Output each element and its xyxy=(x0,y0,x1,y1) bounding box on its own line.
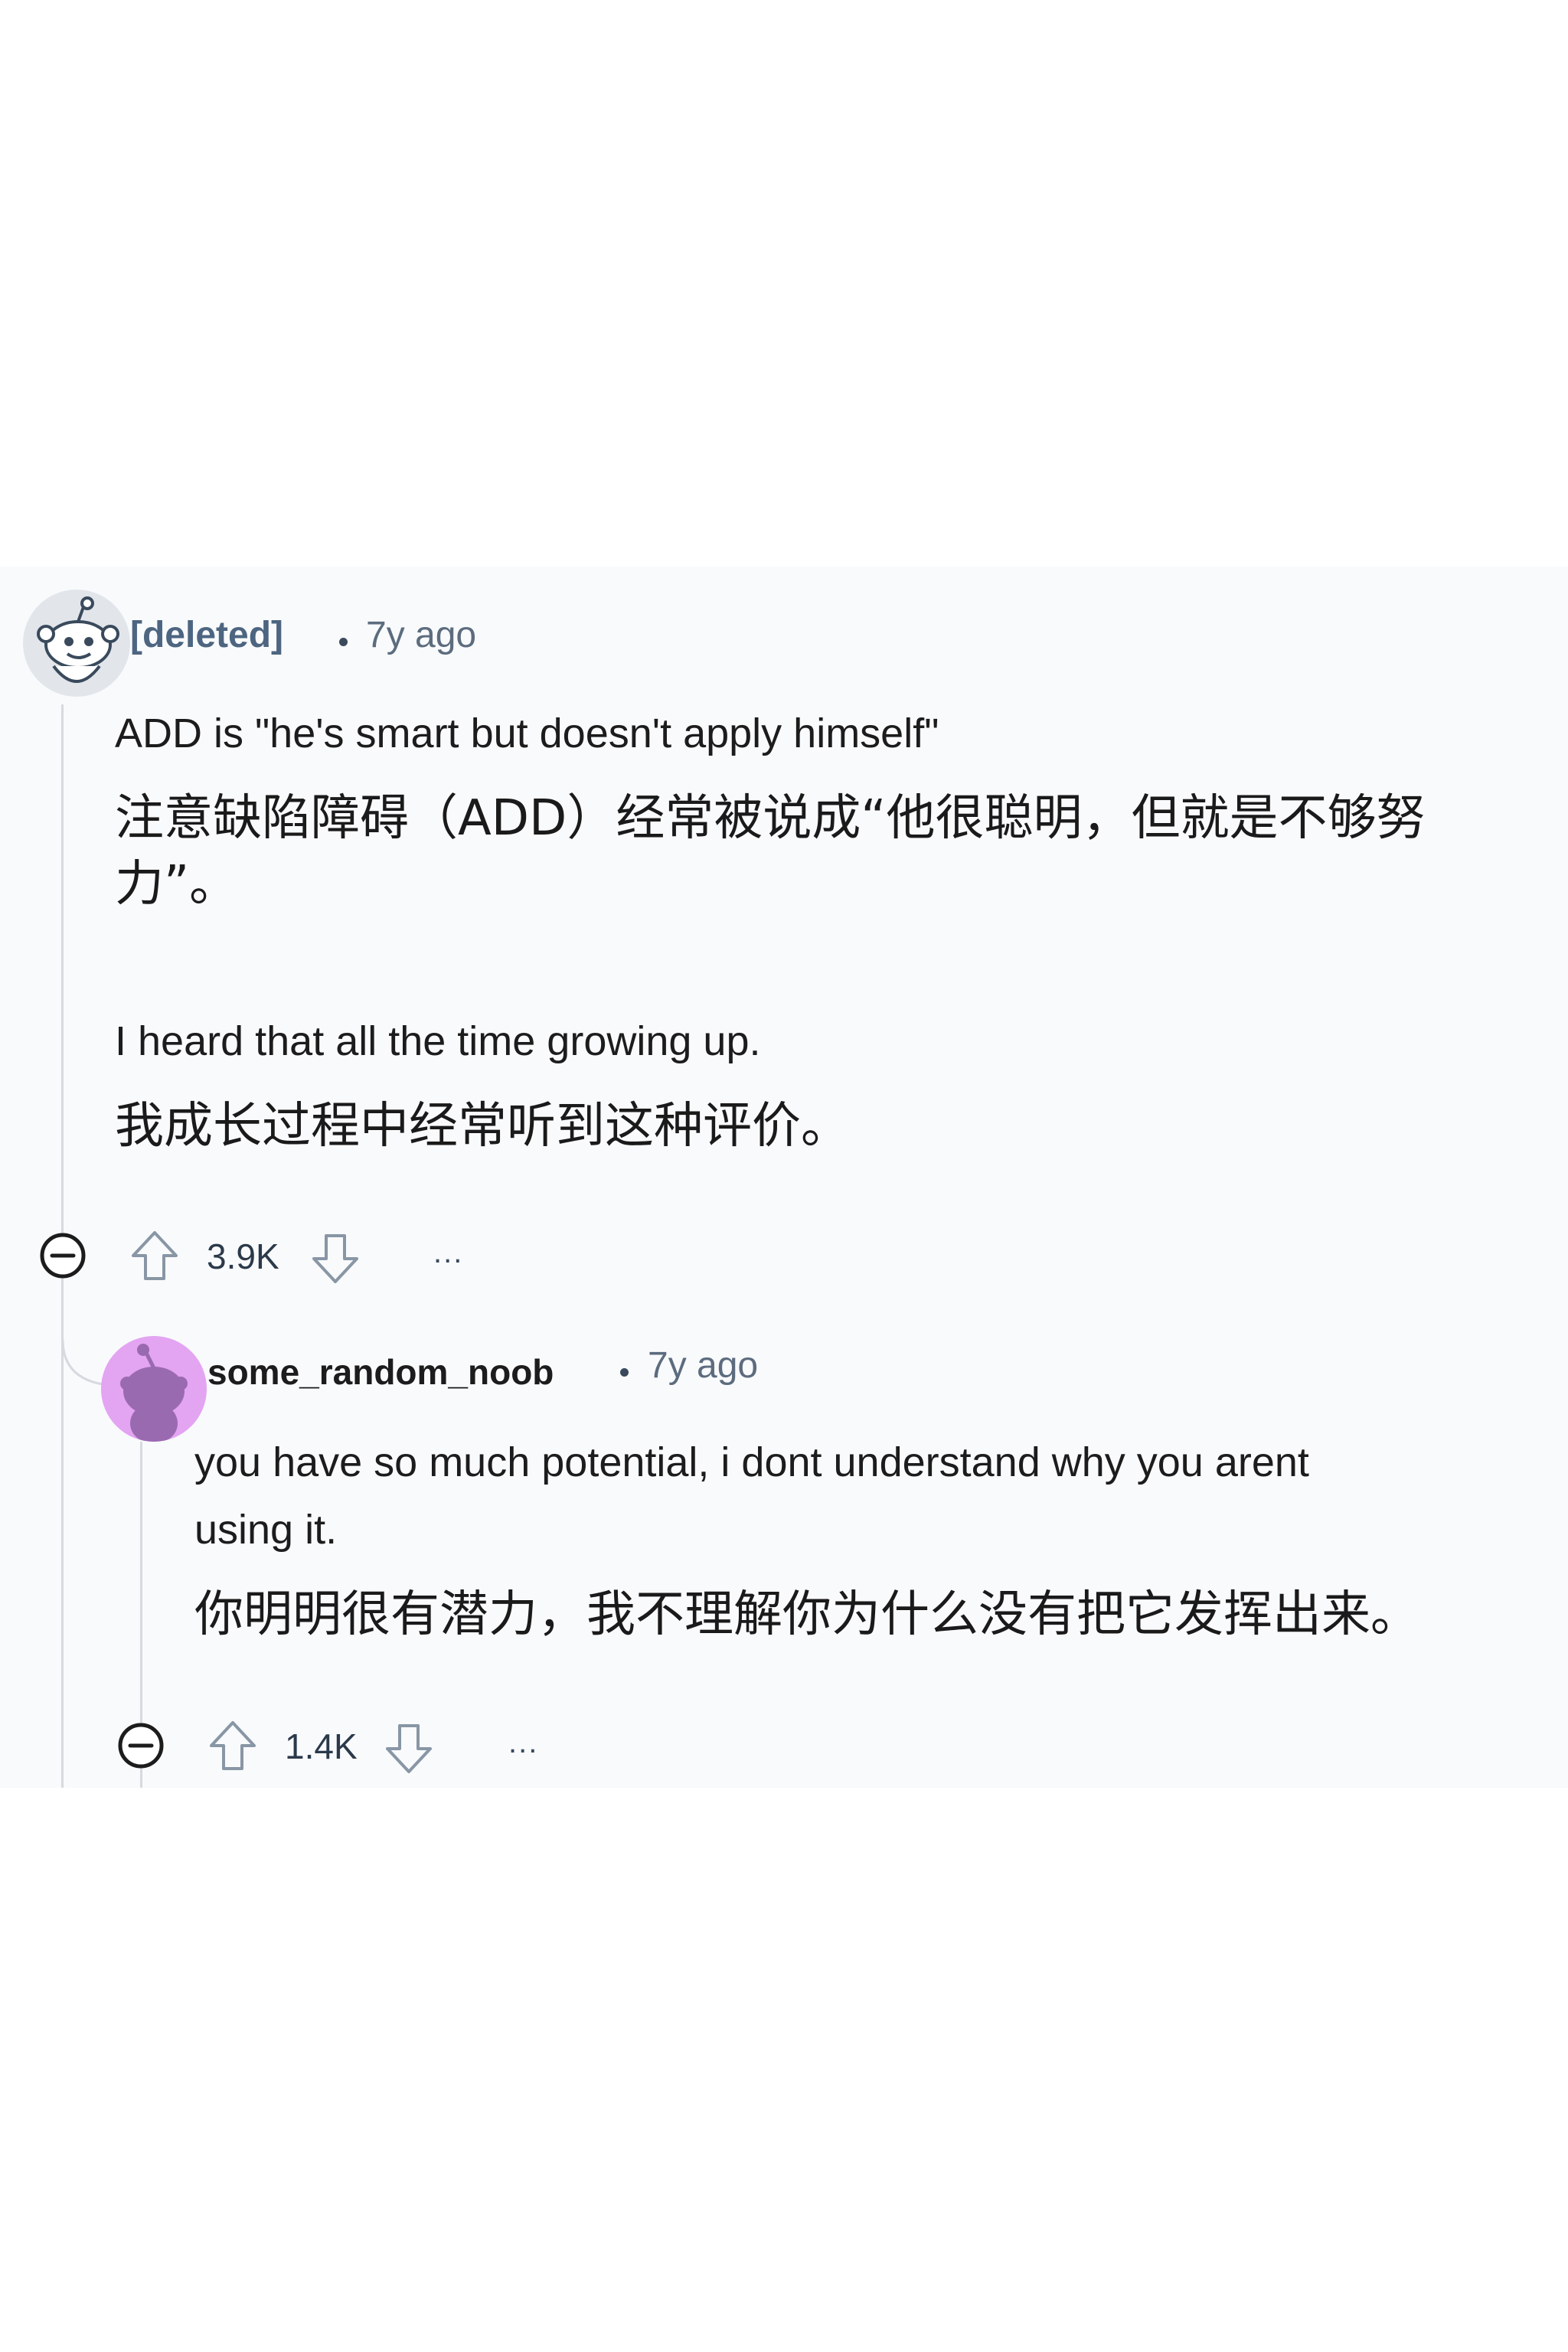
collapse-minus-icon[interactable] xyxy=(116,1721,165,1770)
vote-score: 3.9K xyxy=(207,1236,279,1276)
downvote-arrow-icon[interactable] xyxy=(383,1721,435,1776)
meta-separator-dot xyxy=(620,1368,629,1377)
comment-timestamp[interactable]: 7y ago xyxy=(366,614,476,656)
comment-body-english: I heard that all the time growing up. xyxy=(115,1018,761,1064)
more-options-button[interactable]: ... xyxy=(433,1236,463,1270)
upvote-arrow-icon[interactable] xyxy=(129,1228,181,1283)
comment-body-english: ADD is "he's smart but doesn't apply him… xyxy=(115,710,939,756)
comment-body-chinese: 注意缺陷障碍（ADD）经常被说成“他很聪明，但就是不够努力”。 xyxy=(115,790,1426,913)
avatar[interactable] xyxy=(101,1336,207,1442)
comment-author[interactable]: [deleted] xyxy=(130,614,283,656)
comment-body-chinese: 我成长过程中经常听到这种评价。 xyxy=(115,1098,850,1155)
collapse-minus-icon[interactable] xyxy=(38,1231,87,1280)
avatar[interactable] xyxy=(23,590,130,697)
upvote-arrow-icon[interactable] xyxy=(207,1718,259,1773)
comment-body-english: you have so much potential, i dont under… xyxy=(194,1439,1309,1485)
comment-body-english: using it. xyxy=(194,1507,338,1553)
snoo-avatar-icon xyxy=(101,1336,207,1442)
comment-thread: [deleted] 7y ago ADD is "he's smart but … xyxy=(0,567,1568,1788)
meta-separator-dot xyxy=(339,638,348,646)
snoo-avatar-icon xyxy=(23,590,130,697)
comment-timestamp[interactable]: 7y ago xyxy=(648,1344,758,1387)
comment-author[interactable]: some_random_noob xyxy=(207,1351,554,1393)
more-options-button[interactable]: ... xyxy=(508,1726,538,1760)
comment-body-chinese: 你明明很有潜力，我不理解你为什么没有把它发挥出来。 xyxy=(194,1586,1419,1643)
vote-score: 1.4K xyxy=(285,1726,358,1766)
downvote-arrow-icon[interactable] xyxy=(309,1231,361,1286)
